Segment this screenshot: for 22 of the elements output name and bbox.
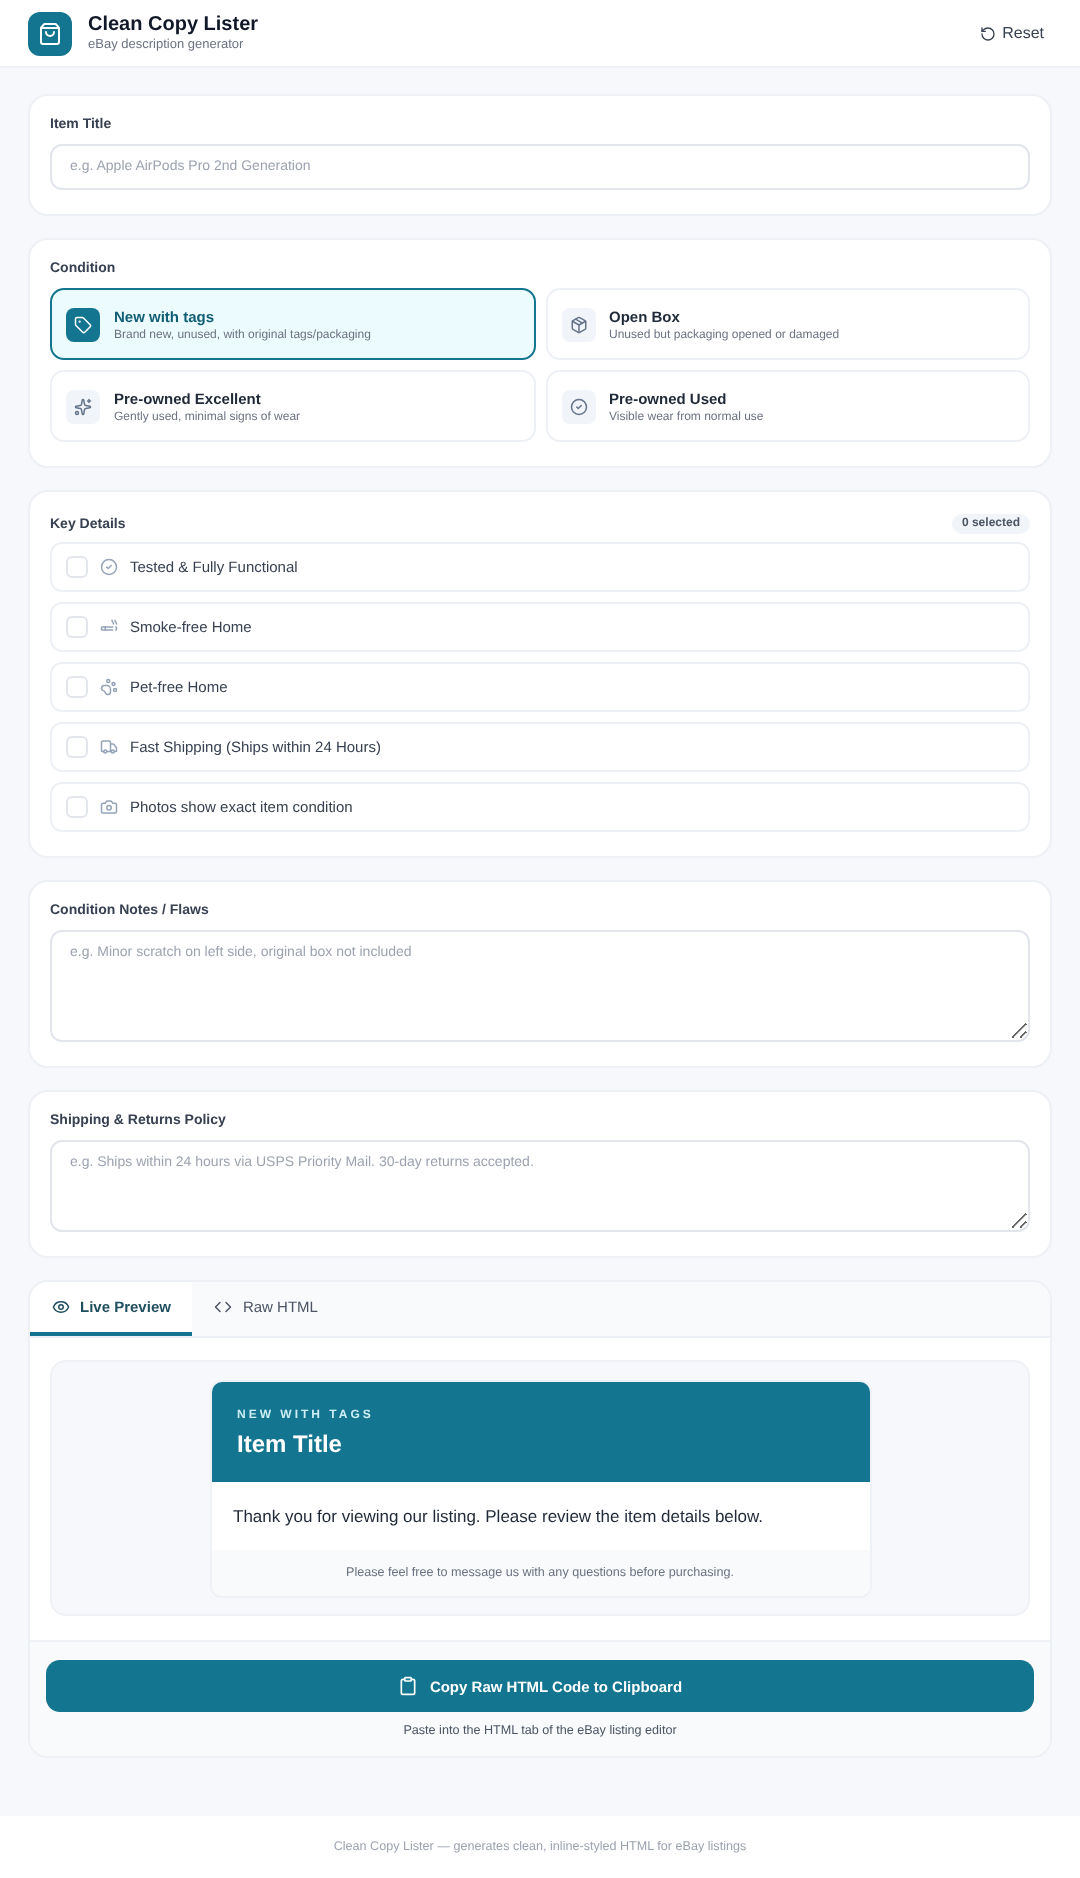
checkbox[interactable] xyxy=(66,736,88,758)
eye-icon xyxy=(52,1298,70,1316)
check-circle-icon xyxy=(100,558,118,576)
listing-title: Item Title xyxy=(237,1430,344,1458)
checkbox[interactable] xyxy=(66,616,88,638)
reset-icon xyxy=(980,25,997,41)
reset-button[interactable]: Reset xyxy=(972,20,1052,46)
checkbox[interactable] xyxy=(66,556,88,578)
app-title: Clean Copy Lister xyxy=(88,14,259,36)
sparkle-icon xyxy=(66,389,100,423)
intro-text: Thank you for viewing our listing. Please review the item details below. xyxy=(231,1504,766,1530)
camera-icon xyxy=(100,798,118,816)
checkbox[interactable] xyxy=(66,796,88,818)
cigarette-icon xyxy=(100,618,118,636)
tag-icon xyxy=(66,307,100,341)
box-icon xyxy=(561,307,595,341)
truck-icon xyxy=(100,738,118,756)
paw-icon xyxy=(100,678,118,696)
checkbox[interactable] xyxy=(66,676,88,698)
code-icon xyxy=(214,1298,233,1316)
bag-logo-icon xyxy=(28,11,72,55)
clipboard-icon xyxy=(397,1676,418,1696)
